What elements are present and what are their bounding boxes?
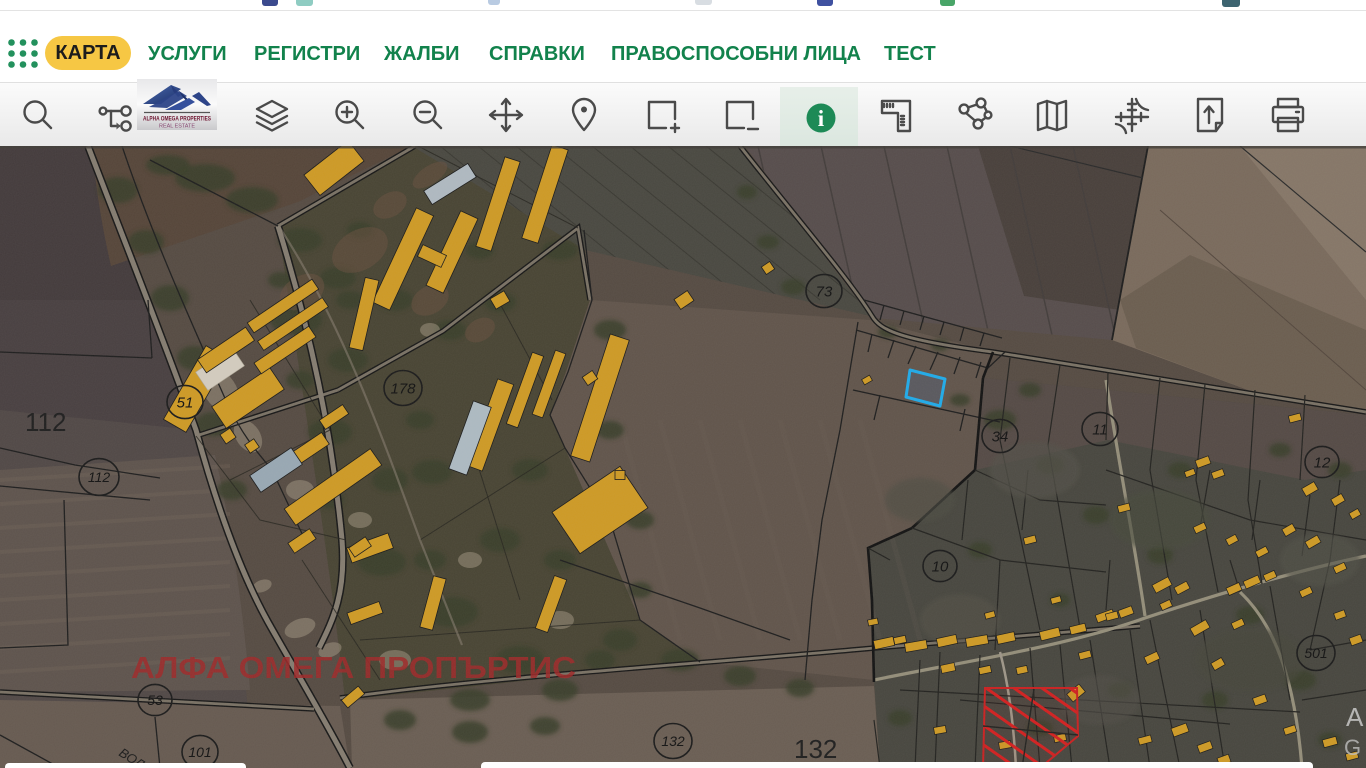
svg-text:REAL ESTATE: REAL ESTATE	[159, 124, 195, 130]
svg-text:i: i	[818, 106, 825, 131]
svg-text:ALPHA OMEGA PROPERTIES: ALPHA OMEGA PROPERTIES	[143, 116, 212, 123]
